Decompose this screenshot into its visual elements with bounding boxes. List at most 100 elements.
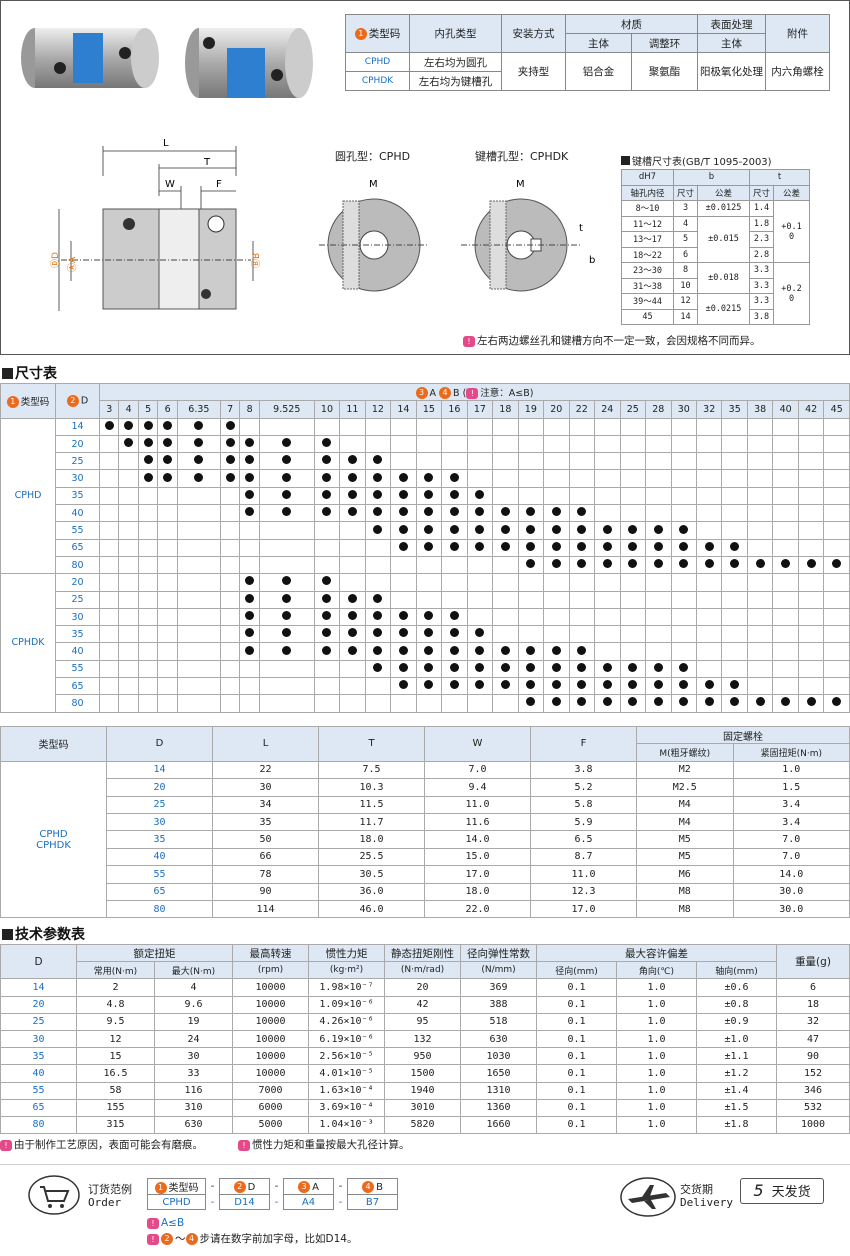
availability-dot (322, 645, 332, 655)
order-example: 订货范例 Order 1 类型码 - 2D- 3A- 4B CPHD - D14- A4-… (0, 1164, 850, 1256)
row-d: 14 (55, 417, 100, 436)
availability-dot (551, 524, 561, 534)
availability-dot (653, 524, 663, 534)
row-d: 35 (55, 486, 100, 506)
availability-dot (653, 662, 663, 672)
availability-dot (526, 507, 536, 517)
col-size: 42 (797, 400, 825, 419)
col-size: 3 (98, 400, 120, 419)
availability-dot (194, 420, 204, 430)
availability-dot (500, 662, 510, 672)
table-row: 65 90 36.0 18.0 12.3 M8 30.0 (1, 882, 850, 901)
availability-dot (832, 559, 842, 569)
availability-dot (475, 507, 485, 517)
availability-dot (143, 472, 153, 482)
availability-dot (424, 507, 434, 517)
col-size: 32 (695, 400, 723, 419)
product-overview: 1 类型码 内孔类型 安装方式 材质 表面处理 附件 主体 调整环 主体 CPHD 左右… (0, 0, 850, 355)
availability-dot (424, 541, 434, 551)
size-table-title: 尺寸表 (2, 363, 57, 383)
availability-dot (475, 489, 485, 499)
availability-dot (424, 680, 434, 690)
availability-dot (679, 697, 689, 707)
availability-dot (398, 524, 408, 534)
col-size: 8 (239, 400, 260, 419)
label-b: b (589, 255, 595, 266)
table-row: 40 (1, 504, 850, 523)
label-W: W (165, 179, 175, 190)
availability-dot (373, 628, 383, 638)
availability-dot (551, 645, 561, 655)
availability-dot (373, 472, 383, 482)
availability-dot (551, 559, 561, 569)
availability-dot (398, 628, 408, 638)
availability-dot (282, 438, 292, 448)
availability-dot (282, 593, 292, 603)
col-size: 12 (364, 400, 392, 419)
availability-dot (577, 645, 587, 655)
order-note-1: ! A≤B (147, 1217, 184, 1229)
availability-dot (424, 524, 434, 534)
table-row: 35 (1, 486, 850, 506)
availability-dot (602, 559, 612, 569)
availability-dot (653, 697, 663, 707)
availability-dot (424, 662, 434, 672)
col-size: 18 (492, 400, 519, 419)
availability-dot (628, 524, 638, 534)
col-ab: 3A 4B (! 注意：A≤B) (99, 382, 850, 402)
col-size: 6 (157, 400, 178, 419)
availability-dot (398, 489, 408, 499)
table-row: 20 30 10.3 9.4 5.2 M2.5 1.5 (1, 778, 850, 797)
availability-dot (602, 662, 612, 672)
table-row: 20 (1, 434, 850, 454)
availability-dot (628, 680, 638, 690)
availability-dot (194, 472, 204, 482)
dimension-table: 类型码 D L T W F 固定螺栓 M(粗牙螺纹) 紧固扭矩(N·m) CPHD CPHDK 14 2… (0, 725, 850, 919)
col-size: 6.35 (176, 400, 221, 419)
availability-dot (225, 472, 235, 482)
availability-dot (347, 489, 357, 499)
delivery-label-en: Delivery (680, 1196, 733, 1209)
availability-dot (704, 559, 714, 569)
availability-dot (104, 420, 114, 430)
material-table: 1 类型码 内孔类型 安装方式 材质 表面处理 附件 主体 调整环 主体 CPHD 左右… (345, 14, 830, 91)
availability-dot (245, 507, 255, 517)
table-row: 25 9.5 19 10000 4.26×10⁻⁶ 95 518 0.1 1.0 ±0.9 32 (0, 1012, 850, 1031)
availability-dot (163, 472, 173, 482)
availability-dot (398, 472, 408, 482)
order-label-en: Order (88, 1196, 122, 1209)
availability-dot (577, 680, 587, 690)
table-row: 30 35 11.7 11.6 5.9 M4 3.4 (1, 812, 850, 832)
direction-note: ! 左右两边螺丝孔和键槽方向不一定一致，会因规格不同而异。 (463, 333, 761, 348)
availability-dot (347, 593, 357, 603)
availability-dot (679, 541, 689, 551)
table-row: 80 (1, 555, 850, 575)
table-row: 30 12 24 10000 6.19×10⁻⁶ 132 630 0.1 1.0 ±1.0 47 (0, 1029, 850, 1049)
availability-dot (704, 541, 714, 551)
availability-dot (730, 541, 740, 551)
availability-dot (143, 438, 153, 448)
table-row: 65 (1, 677, 850, 696)
availability-dot (526, 680, 536, 690)
availability-dot (449, 524, 459, 534)
col-type-code: 1 类型码 (0, 383, 56, 419)
table-row: 35 50 18.0 14.0 6.5 M5 7.0 (1, 830, 850, 849)
product-image-cphdk (185, 28, 313, 98)
availability-dot (225, 455, 235, 465)
availability-dot (679, 680, 689, 690)
availability-dot (449, 680, 459, 690)
row-d: 40 (55, 642, 100, 661)
availability-dot (755, 697, 765, 707)
col-size: 25 (619, 400, 647, 419)
availability-dot (500, 507, 510, 517)
row-d: 35 (55, 625, 100, 644)
group-code: CPHDK (0, 573, 56, 713)
row-d: 80 (55, 555, 100, 575)
availability-dot (322, 593, 332, 603)
availability-dot (424, 645, 434, 655)
availability-dot (347, 628, 357, 638)
availability-dot (449, 507, 459, 517)
row-d: 65 (55, 538, 100, 557)
availability-dot (628, 541, 638, 551)
availability-dot (373, 524, 383, 534)
